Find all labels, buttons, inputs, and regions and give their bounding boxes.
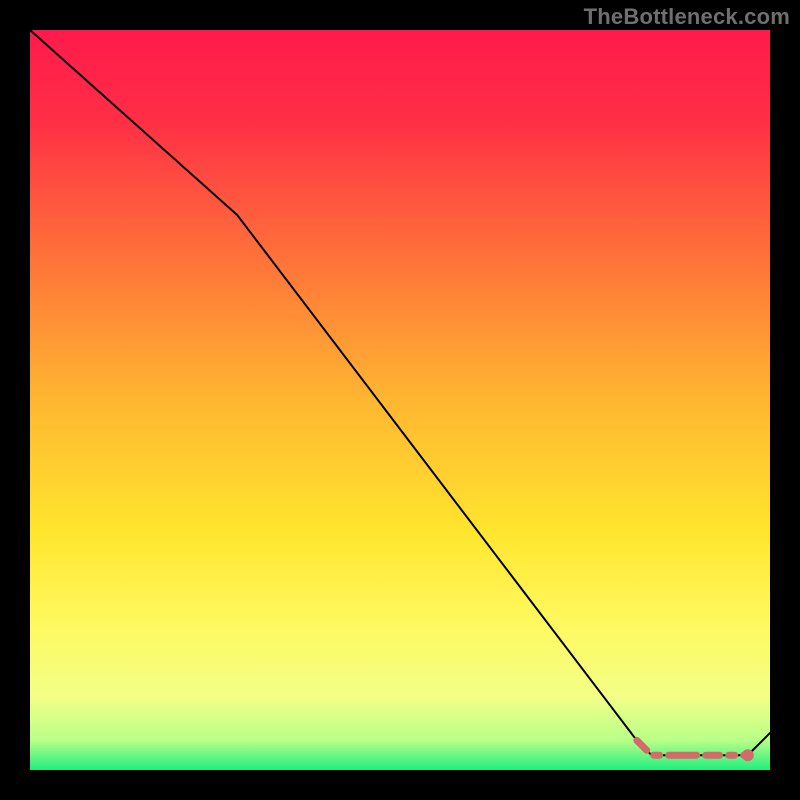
chart-frame: TheBottleneck.com bbox=[0, 0, 800, 800]
attribution-label: TheBottleneck.com bbox=[584, 4, 790, 30]
plot-area bbox=[30, 30, 770, 770]
chart-svg bbox=[30, 30, 770, 770]
optimal-point-marker bbox=[742, 749, 754, 761]
gradient-background bbox=[30, 30, 770, 770]
